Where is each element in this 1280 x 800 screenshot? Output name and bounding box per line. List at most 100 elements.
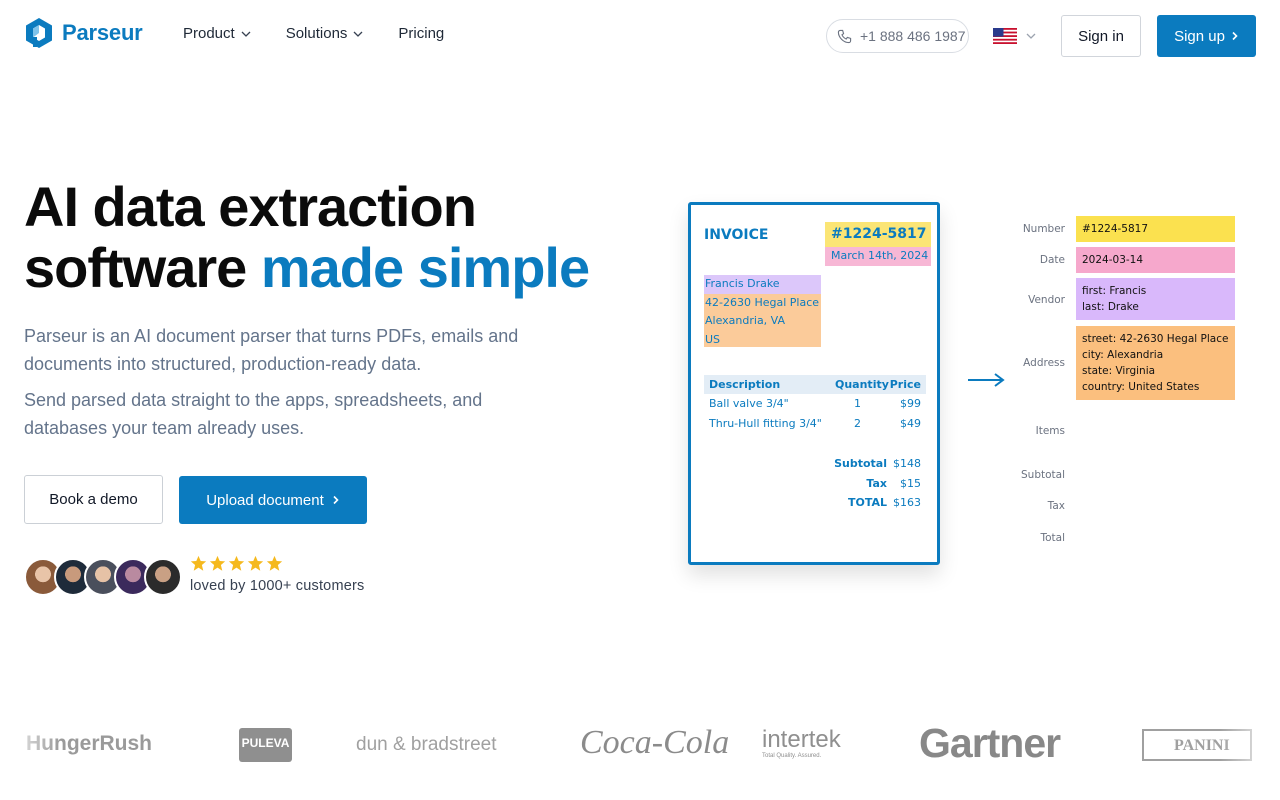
invoice-title: INVOICE bbox=[704, 227, 769, 243]
hero-title-line1: AI data extraction bbox=[24, 175, 477, 238]
invoice-line-item: Ball valve 3/4" 1 $99 bbox=[704, 394, 926, 413]
total-value: $163 bbox=[893, 496, 921, 509]
address-street: street: 42-2630 Hegal Place bbox=[1082, 333, 1229, 345]
extracted-label-date: Date bbox=[1039, 254, 1065, 266]
rating-stars bbox=[190, 555, 283, 572]
vendor-first: first: Francis bbox=[1082, 285, 1147, 297]
top-navigation: Parseur Product Solutions Pricing +1 888… bbox=[0, 0, 1280, 72]
logos-fade-right bbox=[1220, 716, 1280, 776]
invoice-total: TOTAL $163 bbox=[704, 496, 926, 515]
extracted-value-vendor: first: Francis last: Drake bbox=[1076, 278, 1235, 320]
book-demo-button[interactable]: Book a demo bbox=[24, 475, 163, 524]
extracted-value-date: 2024-03-14 bbox=[1076, 247, 1235, 273]
logo-dun-bradstreet: dun & bradstreet bbox=[356, 734, 497, 755]
star-icon bbox=[228, 555, 245, 571]
menu-solutions[interactable]: Solutions bbox=[286, 25, 365, 42]
invoice-address-line: US bbox=[705, 332, 721, 346]
chevron-down-icon[interactable] bbox=[1025, 30, 1037, 42]
extracted-label-total: Total bbox=[1040, 532, 1065, 544]
item-description: Thru-Hull fitting 3/4" bbox=[709, 417, 822, 430]
subtotal-label: Subtotal bbox=[834, 457, 887, 470]
book-demo-label: Book a demo bbox=[49, 491, 138, 508]
logo-coca-cola: Coca-Cola bbox=[580, 724, 730, 761]
menu-pricing[interactable]: Pricing bbox=[398, 25, 444, 42]
hero-title-line2: software bbox=[24, 236, 247, 299]
header-price: Price bbox=[889, 378, 921, 391]
chevron-right-icon bbox=[333, 495, 339, 505]
vendor-last: last: Drake bbox=[1082, 301, 1139, 313]
chevron-down-icon bbox=[241, 31, 251, 37]
invoice-address: 42-2630 Hegal Place Alexandria, VA US bbox=[704, 294, 821, 347]
invoice-customer-name: Francis Drake bbox=[704, 275, 821, 294]
star-icon bbox=[209, 555, 226, 571]
extracted-value-number: #1224-5817 bbox=[1076, 216, 1235, 242]
customer-logos: HungerRush PULEVA dun & bradstreet Coca-… bbox=[0, 716, 1280, 776]
address-country: country: United States bbox=[1082, 381, 1200, 393]
menu-solutions-label: Solutions bbox=[285, 25, 348, 42]
sign-up-label: Sign up bbox=[1174, 27, 1225, 45]
chevron-right-icon bbox=[1232, 31, 1238, 41]
logo-intertek: intertek bbox=[762, 726, 841, 753]
logo-intertek-tagline: Total Quality. Assured. bbox=[762, 753, 822, 759]
item-description: Ball valve 3/4" bbox=[709, 397, 789, 410]
extracted-label-vendor: Vendor bbox=[1028, 294, 1065, 306]
logo-text: Parseur bbox=[62, 20, 143, 45]
social-proof-text: loved by 1000+ customers bbox=[190, 578, 365, 594]
subtotal-value: $148 bbox=[893, 457, 921, 470]
sample-invoice: INVOICE #1224-5817 March 14th, 2024 Fran… bbox=[688, 202, 940, 565]
header-description: Description bbox=[709, 378, 781, 391]
logos-fade-left bbox=[0, 716, 60, 776]
total-label: TOTAL bbox=[847, 496, 887, 509]
star-icon bbox=[266, 555, 283, 571]
extracted-value-address: street: 42-2630 Hegal Place city: Alexan… bbox=[1076, 326, 1235, 400]
customer-avatars bbox=[24, 558, 182, 596]
invoice-address-line: Alexandria, VA bbox=[705, 314, 786, 328]
phone-number: +1 888 486 1987 bbox=[860, 28, 966, 44]
header-quantity: Quantity bbox=[835, 378, 889, 391]
star-icon bbox=[190, 555, 207, 571]
phone-button[interactable]: +1 888 486 1987 bbox=[826, 19, 969, 53]
address-city: city: Alexandria bbox=[1082, 349, 1164, 361]
invoice-date: March 14th, 2024 bbox=[825, 247, 931, 266]
phone-icon bbox=[837, 29, 852, 43]
hero-description-secondary: Send parsed data straight to the apps, s… bbox=[24, 390, 483, 438]
invoice-subtotal: Subtotal $148 bbox=[704, 457, 926, 476]
upload-document-label: Upload document bbox=[206, 491, 324, 509]
sign-up-button[interactable]: Sign up bbox=[1157, 15, 1256, 57]
invoice-line-item: Thru-Hull fitting 3/4" 2 $49 bbox=[704, 414, 926, 433]
extracted-label-number: Number bbox=[1022, 223, 1065, 235]
hero-title-accent: made simple bbox=[260, 236, 590, 299]
menu-product[interactable]: Product bbox=[183, 25, 252, 42]
extracted-label-address: Address bbox=[1023, 357, 1065, 369]
parseur-logo-icon bbox=[26, 18, 52, 48]
invoice-table-header: Description Quantity Price bbox=[704, 375, 926, 394]
invoice-tax: Tax $15 bbox=[704, 477, 926, 496]
item-price: $49 bbox=[900, 417, 921, 430]
address-state: state: Virginia bbox=[1082, 365, 1156, 377]
hero-description: Parseur is an AI document parser that tu… bbox=[24, 326, 519, 374]
item-quantity: 2 bbox=[854, 417, 861, 430]
main-menu: Product Solutions Pricing bbox=[183, 25, 444, 42]
parseur-logo[interactable]: Parseur bbox=[24, 17, 143, 49]
chevron-down-icon bbox=[353, 31, 363, 37]
arrow-right-icon bbox=[968, 373, 1005, 387]
invoice-number: #1224-5817 bbox=[825, 222, 931, 247]
menu-pricing-label: Pricing bbox=[398, 25, 445, 42]
hero-title: AI data extraction software made simple bbox=[24, 175, 590, 299]
us-flag-icon[interactable] bbox=[993, 28, 1017, 44]
invoice-address-line: 42-2630 Hegal Place bbox=[705, 296, 820, 309]
extracted-label-subtotal: Subtotal bbox=[1021, 469, 1065, 481]
upload-document-button[interactable]: Upload document bbox=[179, 476, 367, 524]
menu-product-label: Product bbox=[183, 25, 235, 42]
tax-value: $15 bbox=[900, 477, 921, 490]
logo-gartner: Gartner bbox=[919, 720, 1061, 766]
item-quantity: 1 bbox=[854, 397, 861, 410]
avatar bbox=[144, 558, 182, 596]
logo-puleva: PULEVA bbox=[239, 728, 292, 762]
extracted-label-items: Items bbox=[1035, 425, 1065, 437]
sign-in-button[interactable]: Sign in bbox=[1061, 15, 1141, 57]
extracted-label-tax: Tax bbox=[1047, 500, 1065, 512]
star-icon bbox=[247, 555, 264, 571]
item-price: $99 bbox=[900, 397, 921, 410]
tax-label: Tax bbox=[866, 477, 887, 490]
